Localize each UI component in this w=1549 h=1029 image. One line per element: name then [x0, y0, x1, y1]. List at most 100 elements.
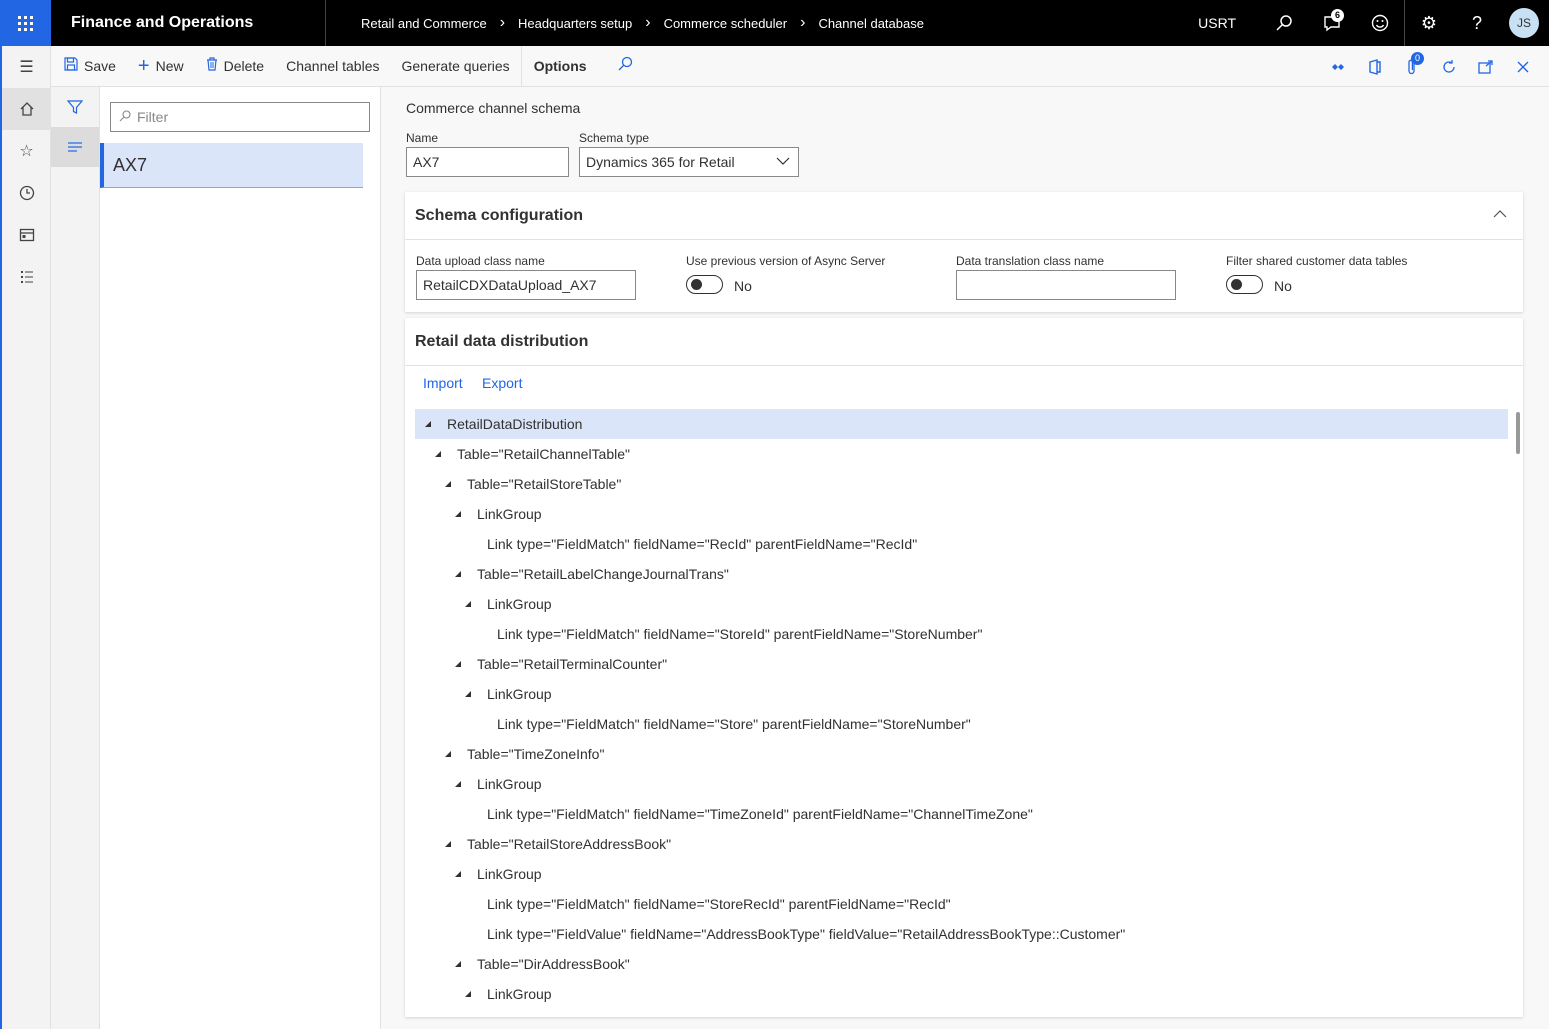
gear-icon[interactable]: ⚙ [1405, 0, 1453, 46]
tree-node[interactable]: LinkGroup [415, 979, 1508, 1009]
office-icon[interactable] [1356, 46, 1393, 87]
help-icon[interactable]: ? [1453, 0, 1501, 46]
tree-node-label: LinkGroup [477, 506, 542, 522]
export-button[interactable]: Export [482, 375, 522, 391]
modules-list-icon[interactable] [2, 256, 51, 298]
upload-class-label: Data upload class name [416, 254, 545, 268]
breadcrumb-item[interactable]: Retail and Commerce [361, 16, 487, 31]
new-button[interactable]: + New [127, 46, 195, 87]
app-launcher-button[interactable] [0, 0, 51, 46]
plus-icon: + [137, 54, 150, 77]
star-icon[interactable]: ☆ [2, 130, 51, 172]
refresh-icon[interactable] [1430, 46, 1467, 87]
tree-node-label: RetailDataDistribution [447, 416, 583, 432]
tree-node[interactable]: Table="RetailLabelChangeJournalTrans" [415, 559, 1508, 589]
tree-node[interactable]: LinkGroup [415, 589, 1508, 619]
tree-node[interactable]: Table="RetailStoreTable" [415, 469, 1508, 499]
tree-node[interactable]: Table="RetailTerminalCounter" [415, 649, 1508, 679]
app-title[interactable]: Finance and Operations Preview [51, 0, 326, 77]
clock-icon[interactable] [2, 172, 51, 214]
save-label: Save [84, 58, 116, 74]
tree-node-label: Table="TimeZoneInfo" [467, 746, 605, 762]
close-icon[interactable] [1504, 46, 1541, 87]
breadcrumb-item[interactable]: Channel database [818, 16, 924, 31]
expand-triangle-icon[interactable] [425, 421, 431, 427]
translation-class-field[interactable] [956, 270, 1176, 300]
expand-triangle-icon[interactable] [455, 661, 461, 667]
tree-node[interactable]: Link type="FieldMatch" fieldName="TimeZo… [415, 799, 1508, 829]
import-button[interactable]: Import [423, 375, 463, 391]
tree-node[interactable]: LinkGroup [415, 769, 1508, 799]
filter-input[interactable]: Filter [110, 102, 370, 132]
open-new-window-icon[interactable] [1467, 46, 1504, 87]
filter-shared-toggle[interactable] [1226, 275, 1263, 294]
expand-triangle-icon[interactable] [465, 691, 471, 697]
home-icon[interactable] [2, 88, 51, 130]
options-tab[interactable]: Options [520, 45, 599, 87]
expand-triangle-icon[interactable] [445, 841, 451, 847]
delete-button[interactable]: Delete [195, 46, 275, 87]
tree-node[interactable]: Table="RetailChannelTable" [415, 439, 1508, 469]
expand-triangle-icon[interactable] [455, 871, 461, 877]
async-server-toggle[interactable] [686, 275, 723, 294]
upload-class-field[interactable]: RetailCDXDataUpload_AX7 [416, 270, 636, 300]
filter-placeholder: Filter [137, 109, 169, 125]
list-rail [51, 87, 100, 1029]
list-view-icon[interactable] [51, 127, 99, 167]
expand-triangle-icon[interactable] [455, 781, 461, 787]
tree-node[interactable]: LinkGroup [415, 859, 1508, 889]
tree-node[interactable]: LinkGroup [415, 499, 1508, 529]
attachment-icon[interactable]: 0 [1393, 46, 1430, 87]
scrollbar-thumb[interactable] [1516, 412, 1520, 454]
tree-node[interactable]: RetailDataDistribution [415, 409, 1508, 439]
channel-tables-button[interactable]: Channel tables [275, 46, 390, 87]
search-icon[interactable] [1260, 0, 1308, 46]
expand-triangle-icon[interactable] [455, 571, 461, 577]
breadcrumb-item[interactable]: Commerce scheduler [664, 16, 788, 31]
schema-type-select[interactable]: Dynamics 365 for Retail [579, 147, 799, 177]
expand-triangle-icon[interactable] [445, 751, 451, 757]
expand-triangle-icon[interactable] [455, 511, 461, 517]
tree-node[interactable]: LinkGroup [415, 679, 1508, 709]
breadcrumb-item[interactable]: Headquarters setup [518, 16, 632, 31]
notifications-icon[interactable]: 6 [1308, 0, 1356, 46]
delete-label: Delete [223, 58, 265, 74]
tree-node[interactable]: Link type="FieldValue" fieldName="Addres… [415, 919, 1508, 949]
save-button[interactable]: Save [53, 46, 127, 87]
expand-triangle-icon[interactable] [465, 991, 471, 997]
translation-class-label: Data translation class name [956, 254, 1105, 268]
list-item[interactable]: AX7 [100, 143, 363, 188]
search-icon [119, 109, 131, 125]
tree-node-label: Table="RetailChannelTable" [457, 446, 630, 462]
power-apps-icon[interactable] [1319, 46, 1356, 87]
tree-node[interactable]: Link type="FieldMatch" fieldName="StoreR… [415, 889, 1508, 919]
chevron-up-icon[interactable] [1493, 206, 1507, 222]
tree-node-label: Table="RetailStoreTable" [467, 476, 622, 492]
chevron-right-icon: › [645, 14, 651, 31]
section-header[interactable]: Schema configuration [405, 192, 1523, 240]
generate-queries-button[interactable]: Generate queries [391, 46, 521, 87]
schema-type-value: Dynamics 365 for Retail [586, 154, 735, 170]
name-field[interactable]: AX7 [406, 147, 569, 177]
tree-node[interactable]: Table="DirAddressBook" [415, 949, 1508, 979]
search-icon[interactable] [617, 56, 633, 76]
expand-triangle-icon[interactable] [445, 481, 451, 487]
expand-triangle-icon[interactable] [435, 451, 441, 457]
tree-node[interactable]: Link type="FieldMatch" fieldName="Store"… [415, 709, 1508, 739]
avatar[interactable]: JS [1509, 8, 1539, 38]
expand-triangle-icon[interactable] [465, 601, 471, 607]
hamburger-icon[interactable]: ☰ [2, 46, 51, 88]
company-picker[interactable]: USRT [1198, 15, 1236, 31]
tree-node[interactable]: Table="RetailStoreAddressBook" [415, 829, 1508, 859]
filter-icon[interactable] [51, 87, 99, 127]
tree-node-label: Link type="FieldMatch" fieldName="Store"… [497, 716, 971, 732]
tree-node[interactable]: Table="TimeZoneInfo" [415, 739, 1508, 769]
feedback-smiley-icon[interactable] [1356, 0, 1404, 46]
tree-node-label: Link type="FieldMatch" fieldName="StoreR… [487, 896, 951, 912]
expand-triangle-icon[interactable] [455, 961, 461, 967]
tree-node[interactable]: Link type="FieldMatch" fieldName="RecId"… [415, 529, 1508, 559]
tree-node[interactable]: Link type="FieldMatch" fieldName="StoreI… [415, 619, 1508, 649]
section-header: Retail data distribution [405, 318, 1523, 366]
page-title: Commerce channel schema [406, 100, 581, 116]
workspaces-icon[interactable] [2, 214, 51, 256]
